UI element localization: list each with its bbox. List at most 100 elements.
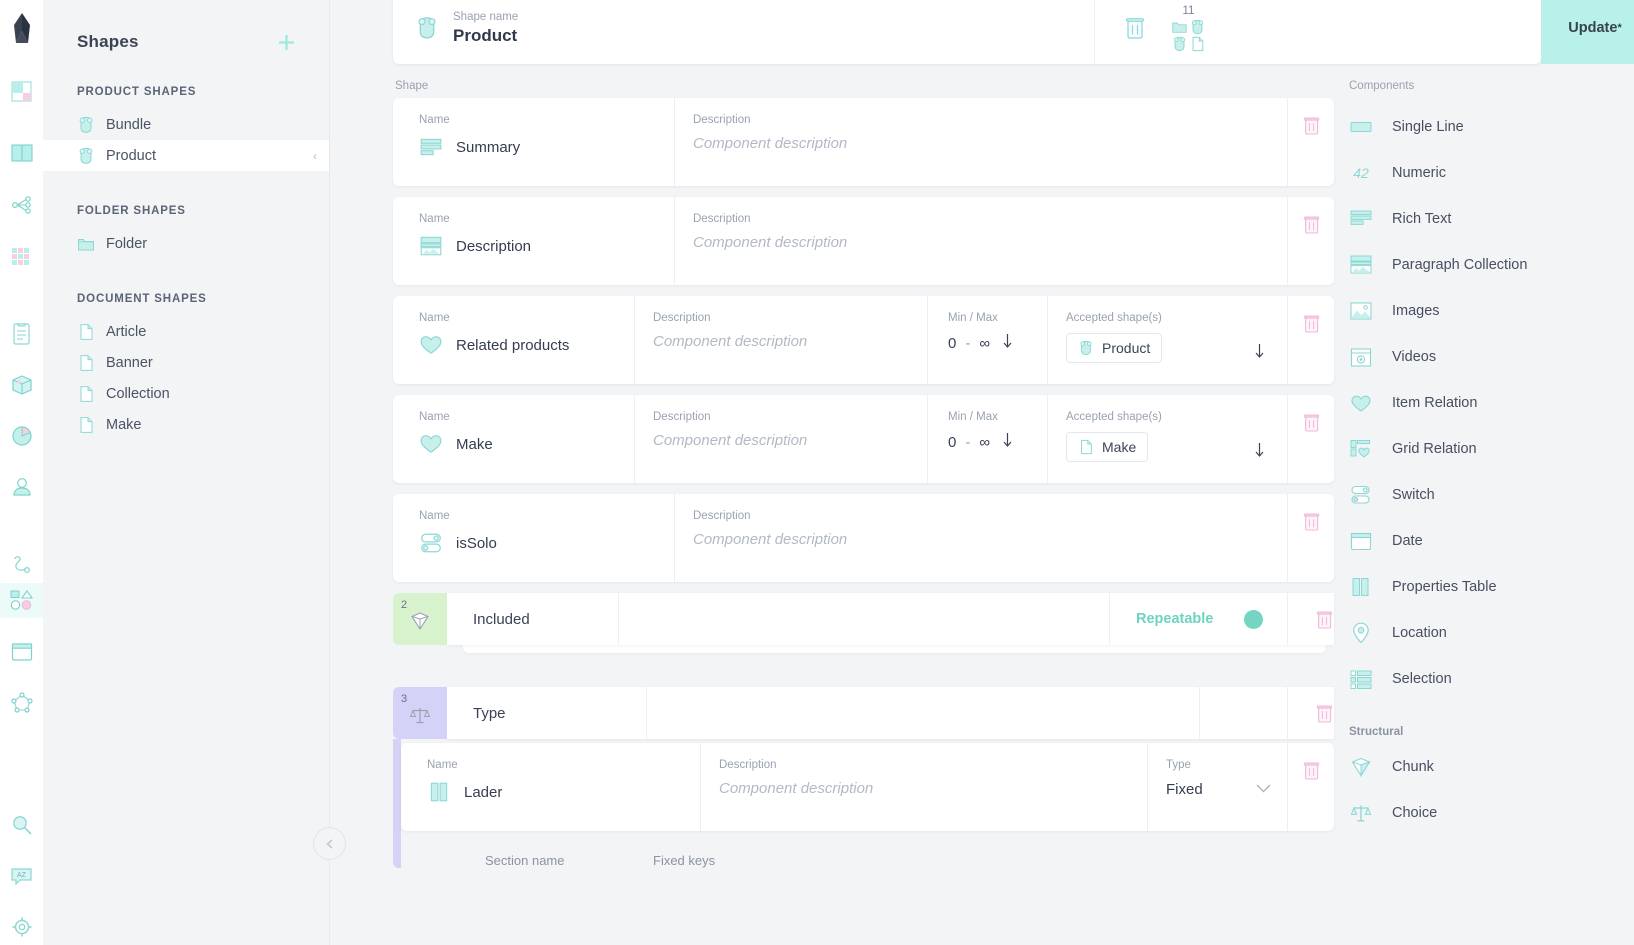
component-row[interactable]: Name Related products Description Compon… (393, 296, 1334, 384)
rail-item-language[interactable]: AZ (0, 858, 43, 893)
rail-item-catalogue[interactable] (0, 136, 43, 171)
chevron-left-icon: ‹ (313, 148, 317, 163)
shape-name-field[interactable]: Shape name Product (393, 0, 1095, 64)
rail-item-settings[interactable] (0, 910, 43, 945)
rail-item-topic-map[interactable] (0, 187, 43, 222)
delete-choice-button[interactable] (1288, 687, 1334, 739)
delete-component-button[interactable] (1288, 197, 1334, 285)
arrow-down-icon[interactable] (1254, 442, 1265, 463)
rail-item-products[interactable] (0, 367, 43, 402)
component-palette-choice[interactable]: Choice (1349, 790, 1634, 836)
component-palette-label: Rich Text (1392, 211, 1452, 227)
sidebar-item-bundle[interactable]: Bundle (43, 109, 329, 140)
component-accepted-shapes-cell[interactable]: Accepted shape(s) Product (1048, 296, 1288, 384)
component-row[interactable]: Name Description Description Component d… (393, 197, 1334, 285)
arrow-down-icon[interactable] (1002, 432, 1013, 452)
max-value[interactable]: ∞ (979, 434, 990, 451)
component-palette-selection[interactable]: Selection (1349, 656, 1634, 702)
choice-name[interactable]: Type (447, 687, 647, 739)
component-name-cell[interactable]: Name Make (393, 395, 635, 483)
component-palette-chunk[interactable]: Chunk (1349, 744, 1634, 790)
component-palette-properties-table[interactable]: Properties Table (1349, 564, 1634, 610)
arrow-down-icon[interactable] (1002, 333, 1013, 353)
rail-item-documents[interactable] (0, 316, 43, 351)
component-minmax-cell[interactable]: Min / Max 0 - ∞ (928, 395, 1048, 483)
accepted-shape-chip[interactable]: Make (1066, 432, 1149, 462)
component-palette-images[interactable]: Images (1349, 288, 1634, 334)
delete-shape-button[interactable] (1125, 16, 1145, 40)
component-palette-paragraph-collection[interactable]: Paragraph Collection (1349, 242, 1634, 288)
component-minmax-cell[interactable]: Min / Max 0 - ∞ (928, 296, 1048, 384)
component-palette-location[interactable]: Location (1349, 610, 1634, 656)
chunk-name[interactable]: Included (447, 593, 619, 645)
structural-row[interactable]: 2 Included Repeatable (393, 593, 1334, 645)
component-name-cell[interactable]: Name Description (393, 197, 675, 285)
delete-component-button[interactable] (1288, 98, 1334, 186)
rail-item-search[interactable] (0, 807, 43, 842)
shapes-sidebar: Shapes PRODUCT SHAPES Bundle Product ‹ F… (43, 0, 330, 945)
component-name-cell[interactable]: Name isSolo (393, 494, 675, 582)
component-description-cell[interactable]: Description Component description (675, 494, 1288, 582)
rail-item-dashboard[interactable] (0, 74, 43, 109)
delete-component-button[interactable] (1288, 395, 1334, 483)
sidebar-item-make[interactable]: Make (43, 409, 329, 440)
component-type-cell[interactable]: Type Fixed (1148, 743, 1288, 831)
sidebar-item-banner[interactable]: Banner (43, 347, 329, 378)
component-palette-single-line[interactable]: Single Line (1349, 104, 1634, 150)
add-shape-button[interactable] (278, 34, 295, 51)
rail-item-shapes[interactable] (0, 582, 43, 619)
minmax-separator: - (965, 433, 971, 451)
component-description-cell[interactable]: Description Component description (675, 197, 1288, 285)
component-palette-date[interactable]: Date (1349, 518, 1634, 564)
item-relation-icon (1349, 391, 1373, 415)
component-name-cell[interactable]: Name Summary (393, 98, 675, 186)
max-value[interactable]: ∞ (979, 335, 990, 352)
rail-item-grid-builder[interactable] (0, 634, 43, 669)
arrow-down-icon[interactable] (1254, 343, 1265, 364)
structural-row[interactable]: 3 Type (393, 687, 1334, 739)
delete-component-button[interactable] (1288, 494, 1334, 582)
sidebar-item-folder[interactable]: Folder (43, 228, 329, 259)
component-palette-numeric[interactable]: 42 Numeric (1349, 150, 1634, 196)
component-row[interactable]: Name Make Description Component descript… (393, 395, 1334, 483)
update-button[interactable]: Update * (1541, 0, 1634, 64)
component-row[interactable]: Name Summary Description Component descr… (393, 98, 1334, 186)
rail-item-topic-graph[interactable] (0, 685, 43, 720)
repeatable-toggle-cell[interactable]: Repeatable (1110, 593, 1288, 645)
repeatable-toggle[interactable] (1244, 609, 1263, 629)
svg-text:AZ: AZ (17, 872, 27, 879)
chevron-down-icon[interactable] (1256, 780, 1271, 798)
delete-chunk-button[interactable] (1288, 593, 1334, 645)
delete-component-button[interactable] (1288, 743, 1334, 831)
rail-item-grids[interactable] (0, 238, 43, 273)
min-value[interactable]: 0 (948, 434, 956, 451)
accepted-shape-chip[interactable]: Product (1066, 333, 1163, 363)
sidebar-item-product[interactable]: Product ‹ (43, 140, 329, 171)
component-description-cell[interactable]: Description Component description (675, 98, 1288, 186)
rail-item-analytics[interactable] (0, 419, 43, 454)
component-row[interactable]: Name isSolo Description Component descri… (393, 494, 1334, 582)
min-value[interactable]: 0 (948, 335, 956, 352)
component-description-cell[interactable]: Description Component description (635, 395, 928, 483)
sidebar-item-article[interactable]: Article (43, 316, 329, 347)
component-accepted-shapes-cell[interactable]: Accepted shape(s) Make (1048, 395, 1288, 483)
rich-text-icon (419, 135, 443, 159)
component-palette-item-relation[interactable]: Item Relation (1349, 380, 1634, 426)
sidebar-collapse-button[interactable] (313, 827, 346, 860)
component-row[interactable]: Name Lader Description Component descrip… (401, 743, 1334, 831)
component-description-cell[interactable]: Description Component description (635, 296, 928, 384)
sidebar-item-collection[interactable]: Collection (43, 378, 329, 409)
component-palette-switch[interactable]: Switch (1349, 472, 1634, 518)
component-name-cell[interactable]: Name Lader (401, 743, 701, 831)
component-name-cell[interactable]: Name Related products (393, 296, 635, 384)
minmax-separator: - (965, 334, 971, 352)
component-palette-grid-relation[interactable]: Grid Relation (1349, 426, 1634, 472)
shape-usage-indicator[interactable]: 11 (1171, 5, 1206, 52)
component-palette-rich-text[interactable]: Rich Text (1349, 196, 1634, 242)
rail-item-customers[interactable] (0, 470, 43, 505)
field-label-accepted-shapes: Accepted shape(s) (1066, 411, 1162, 423)
component-palette-videos[interactable]: Videos (1349, 334, 1634, 380)
delete-component-button[interactable] (1288, 296, 1334, 384)
rail-item-pim[interactable] (0, 547, 43, 582)
component-description-cell[interactable]: Description Component description (701, 743, 1148, 831)
